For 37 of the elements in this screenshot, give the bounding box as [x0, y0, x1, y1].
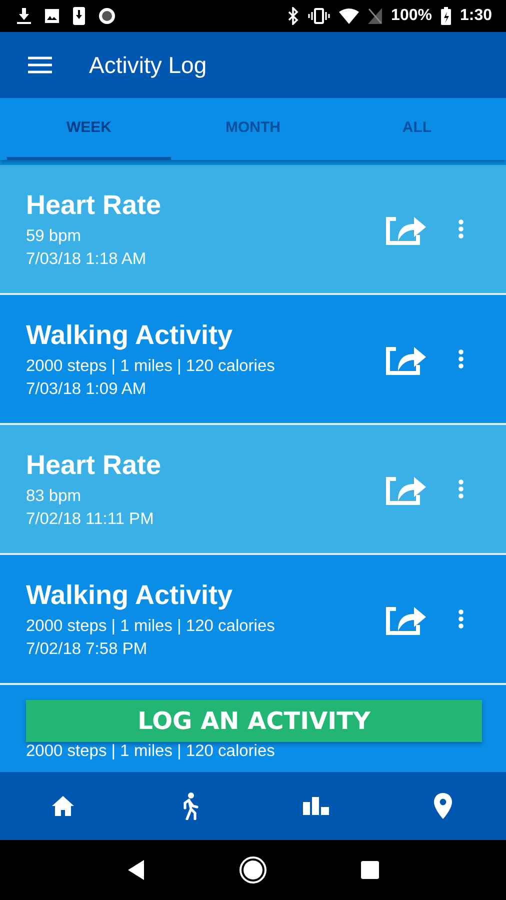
activity-title: Heart Rate — [26, 190, 162, 220]
tab[interactable]: MONTH — [171, 98, 335, 160]
tab[interactable]: ALL — [335, 98, 499, 160]
activity-time: 7/02/18 11:11 PM — [26, 510, 155, 528]
recents-icon[interactable] — [360, 860, 380, 880]
battery-charging-icon — [440, 7, 451, 25]
activity-detail: 2000 steps | 1 miles | 120 calories — [26, 742, 275, 761]
activity-detail: 59 bpm — [26, 226, 82, 246]
activity-detail: 2000 steps | 1 miles | 120 calories — [26, 356, 275, 376]
battery-percent: 100% — [391, 7, 432, 25]
location-pin-icon[interactable] — [432, 792, 453, 820]
home-button-icon[interactable] — [238, 856, 267, 884]
activity-title: Heart Rate — [26, 450, 162, 480]
activity-title: Walking Activity — [26, 320, 234, 350]
more-icon[interactable] — [458, 609, 464, 629]
image-icon — [44, 8, 60, 24]
activity-title: Walking Activity — [26, 580, 234, 610]
activity-time: 7/03/18 1:18 AM — [26, 250, 148, 268]
back-icon[interactable] — [126, 859, 146, 881]
activity-time: 7/02/18 7:58 PM — [26, 640, 148, 658]
bar-chart-icon[interactable] — [302, 796, 330, 816]
download-icon — [16, 7, 32, 25]
menu-icon[interactable] — [28, 56, 52, 74]
log-activity-button[interactable]: LOG AN ACTIVITY — [26, 700, 482, 742]
bluetooth-icon — [287, 7, 300, 25]
wifi-icon — [339, 8, 360, 24]
activity-detail: 83 bpm — [26, 486, 82, 506]
no-signal-icon — [368, 8, 382, 24]
record-icon — [98, 7, 116, 25]
more-icon[interactable] — [458, 349, 464, 369]
vibrate-icon — [308, 8, 330, 24]
phone-download-icon — [72, 6, 86, 26]
activity-detail: 2000 steps | 1 miles | 120 calories — [26, 616, 275, 636]
activity-time: 7/03/18 1:09 AM — [26, 380, 148, 398]
app-title: Activity Log — [89, 52, 207, 78]
clock: 1:30 — [460, 7, 492, 25]
home-icon[interactable] — [51, 795, 76, 817]
